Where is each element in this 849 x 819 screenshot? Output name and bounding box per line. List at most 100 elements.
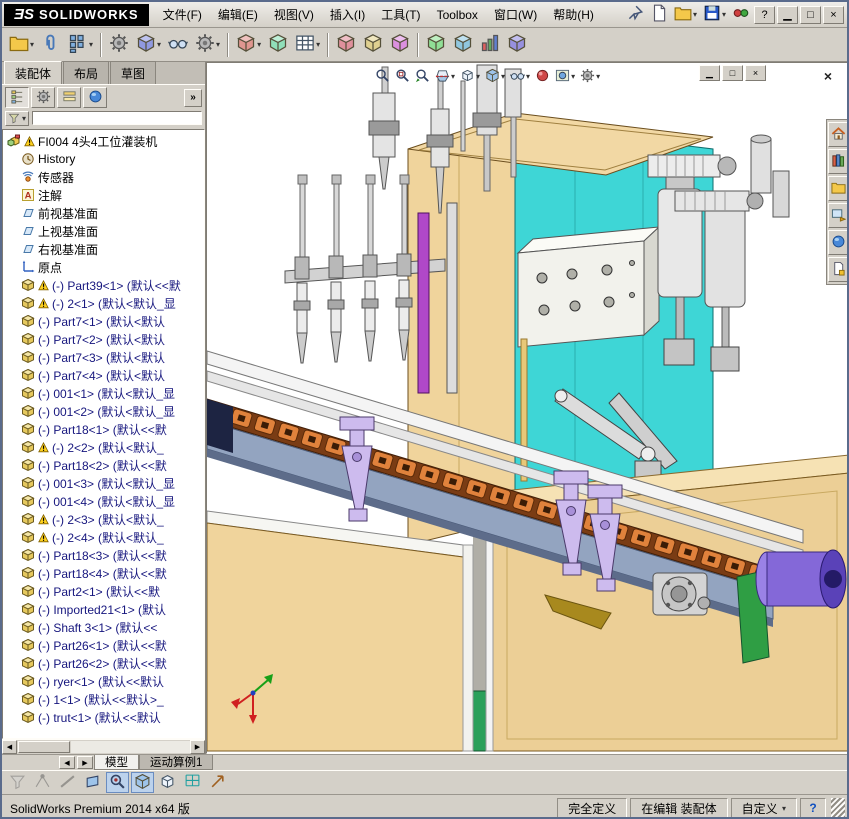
previous-view-button[interactable]	[413, 66, 432, 87]
tree-item[interactable]: (-) trut<1> (默认<<默认	[3, 708, 204, 726]
appearances-scenes-tab[interactable]	[828, 230, 847, 255]
view-settings-button[interactable]: ▾	[578, 66, 602, 87]
custom-properties-tab[interactable]	[828, 257, 847, 282]
open-document-button[interactable]: ▾	[672, 4, 699, 26]
menu-item[interactable]: 插入(I)	[322, 2, 373, 27]
filter-edges-button[interactable]	[56, 772, 79, 793]
restore-document-button[interactable]: □	[722, 65, 743, 81]
assembly-visualization-button[interactable]	[477, 31, 503, 59]
hide-show-items-button[interactable]: ▾	[508, 66, 532, 87]
menu-item[interactable]: 工具(T)	[373, 2, 428, 27]
interference-detection-button[interactable]	[387, 31, 413, 59]
tab-scroll-left-button[interactable]: ◀	[59, 756, 75, 769]
tree-item[interactable]: (-) Part18<1> (默认<<默	[3, 420, 204, 438]
tree-item[interactable]: (-) Part18<2> (默认<<默	[3, 456, 204, 474]
menu-item[interactable]: Toolbox	[429, 4, 486, 26]
design-library-tab[interactable]	[828, 149, 847, 174]
tree-item[interactable]: (-) Imported21<1> (默认	[3, 600, 204, 618]
tree-item[interactable]: (-) Part7<2> (默认<默认	[3, 330, 204, 348]
propertymanager-tab[interactable]	[31, 87, 55, 108]
configurationmanager-tab[interactable]	[57, 87, 81, 108]
tab-scroll-right-button[interactable]: ▶	[77, 756, 93, 769]
exploded-view-button[interactable]	[333, 31, 359, 59]
tree-item[interactable]: 传感器	[3, 168, 204, 186]
model-view-canvas[interactable]	[207, 63, 849, 754]
graphics-area[interactable]: ▾ ▾ ▾ ▾ ▾ ▾ ▁ □ × ×	[206, 62, 849, 754]
tree-item[interactable]: (-) 2<4> (默认<默认_	[3, 528, 204, 546]
purple-column[interactable]	[417, 212, 430, 394]
view-orientation-button[interactable]: ▾	[458, 66, 482, 87]
tree-item[interactable]: 原点	[3, 258, 204, 276]
menu-item[interactable]: 帮助(H)	[545, 2, 602, 27]
status-lights-button[interactable]	[730, 4, 752, 26]
tab-布局[interactable]: 布局	[63, 61, 110, 84]
quick-snaps-button[interactable]	[206, 772, 229, 793]
help-button[interactable]: ?	[754, 5, 775, 24]
tree-item[interactable]: (-) Part39<1> (默认<<默	[3, 276, 204, 294]
tree-item[interactable]: 前视基准面	[3, 204, 204, 222]
tree-item[interactable]: 右视基准面	[3, 240, 204, 258]
scroll-right-button[interactable]: ▶	[190, 740, 205, 754]
scroll-left-button[interactable]: ◀	[2, 740, 17, 754]
scroll-track[interactable]	[71, 741, 190, 753]
edit-appearance-button[interactable]	[533, 66, 552, 87]
save-document-button[interactable]: ▾	[701, 4, 728, 26]
menu-item[interactable]: 编辑(E)	[210, 2, 266, 27]
linear-component-pattern-button[interactable]: ▾	[65, 31, 96, 59]
mate-button[interactable]	[38, 31, 64, 59]
tree-item[interactable]: (-) Part26<2> (默认<<默	[3, 654, 204, 672]
help-button[interactable]: ?	[800, 798, 826, 817]
tree-item[interactable]: (-) 2<1> (默认<默认_显	[3, 294, 204, 312]
scroll-thumb[interactable]	[18, 741, 70, 753]
minimize-document-button[interactable]: ▁	[699, 65, 720, 81]
explode-line-sketch-button[interactable]	[360, 31, 386, 59]
filter-funnel-button[interactable]: ▾	[5, 110, 29, 126]
tree-item[interactable]: (-) Part18<4> (默认<<默	[3, 564, 204, 582]
tree-item[interactable]: FI004 4头4工位灌装机	[3, 132, 204, 150]
assembly-features-button[interactable]: ▾	[192, 31, 223, 59]
tree-item[interactable]: (-) Part18<3> (默认<<默	[3, 546, 204, 564]
hole-alignment-button[interactable]	[450, 31, 476, 59]
instant-3d-button[interactable]	[504, 31, 530, 59]
linear-guide-rail[interactable]	[446, 202, 458, 394]
maximize-button[interactable]: □	[800, 5, 821, 24]
new-document-button[interactable]	[648, 4, 670, 26]
tree-item[interactable]: History	[3, 150, 204, 168]
tree-item[interactable]: (-) Part7<3> (默认<默认	[3, 348, 204, 366]
section-view-button[interactable]: ▾	[433, 66, 457, 87]
view-orientation-cube-button[interactable]	[156, 772, 179, 793]
new-motion-study-button[interactable]	[265, 31, 291, 59]
tab-模型[interactable]: 模型	[94, 755, 139, 770]
file-explorer-tab[interactable]	[828, 176, 847, 201]
tree-item[interactable]: (-) Part7<4> (默认<默认	[3, 366, 204, 384]
tree-item[interactable]: (-) 2<3> (默认<默认_	[3, 510, 204, 528]
tree-item[interactable]: 上视基准面	[3, 222, 204, 240]
move-component-button[interactable]: ▾	[133, 31, 164, 59]
tree-item[interactable]: (-) 001<3> (默认<默认_显	[3, 474, 204, 492]
menu-pin-button[interactable]	[624, 4, 646, 26]
reference-geometry-button[interactable]: ▾	[233, 31, 264, 59]
zoom-to-area-button[interactable]	[393, 66, 412, 87]
filter-faces-button[interactable]	[81, 772, 104, 793]
tab-草图[interactable]: 草图	[110, 61, 157, 84]
apply-scene-button[interactable]: ▾	[553, 66, 577, 87]
expand-panel-button[interactable]: »	[184, 88, 202, 107]
zoom-fit-button[interactable]	[373, 66, 392, 87]
tree-item[interactable]: (-) 001<1> (默认<默认_显	[3, 384, 204, 402]
tree-item[interactable]: (-) 001<2> (默认<默认_显	[3, 402, 204, 420]
close-button[interactable]: ×	[823, 5, 844, 24]
filter-vertices-button[interactable]	[31, 772, 54, 793]
display-style-button[interactable]: ▾	[483, 66, 507, 87]
featuremanager-tab[interactable]	[5, 87, 29, 108]
minimize-button[interactable]: ▁	[777, 5, 798, 24]
tree-item[interactable]: (-) Shaft 3<1> (默认<<	[3, 618, 204, 636]
selection-filters-button[interactable]	[6, 772, 29, 793]
base-table-left[interactable]	[207, 510, 474, 752]
tab-运动算例1[interactable]: 运动算例1	[139, 755, 214, 770]
tab-装配体[interactable]: 装配体	[4, 61, 63, 84]
view-shaded-with-edges-button[interactable]	[131, 772, 154, 793]
view-palette-tab[interactable]	[828, 203, 847, 228]
bill-of-materials-button[interactable]: ▾	[292, 31, 323, 59]
control-box[interactable]	[516, 225, 661, 348]
menu-item[interactable]: 文件(F)	[155, 2, 210, 27]
